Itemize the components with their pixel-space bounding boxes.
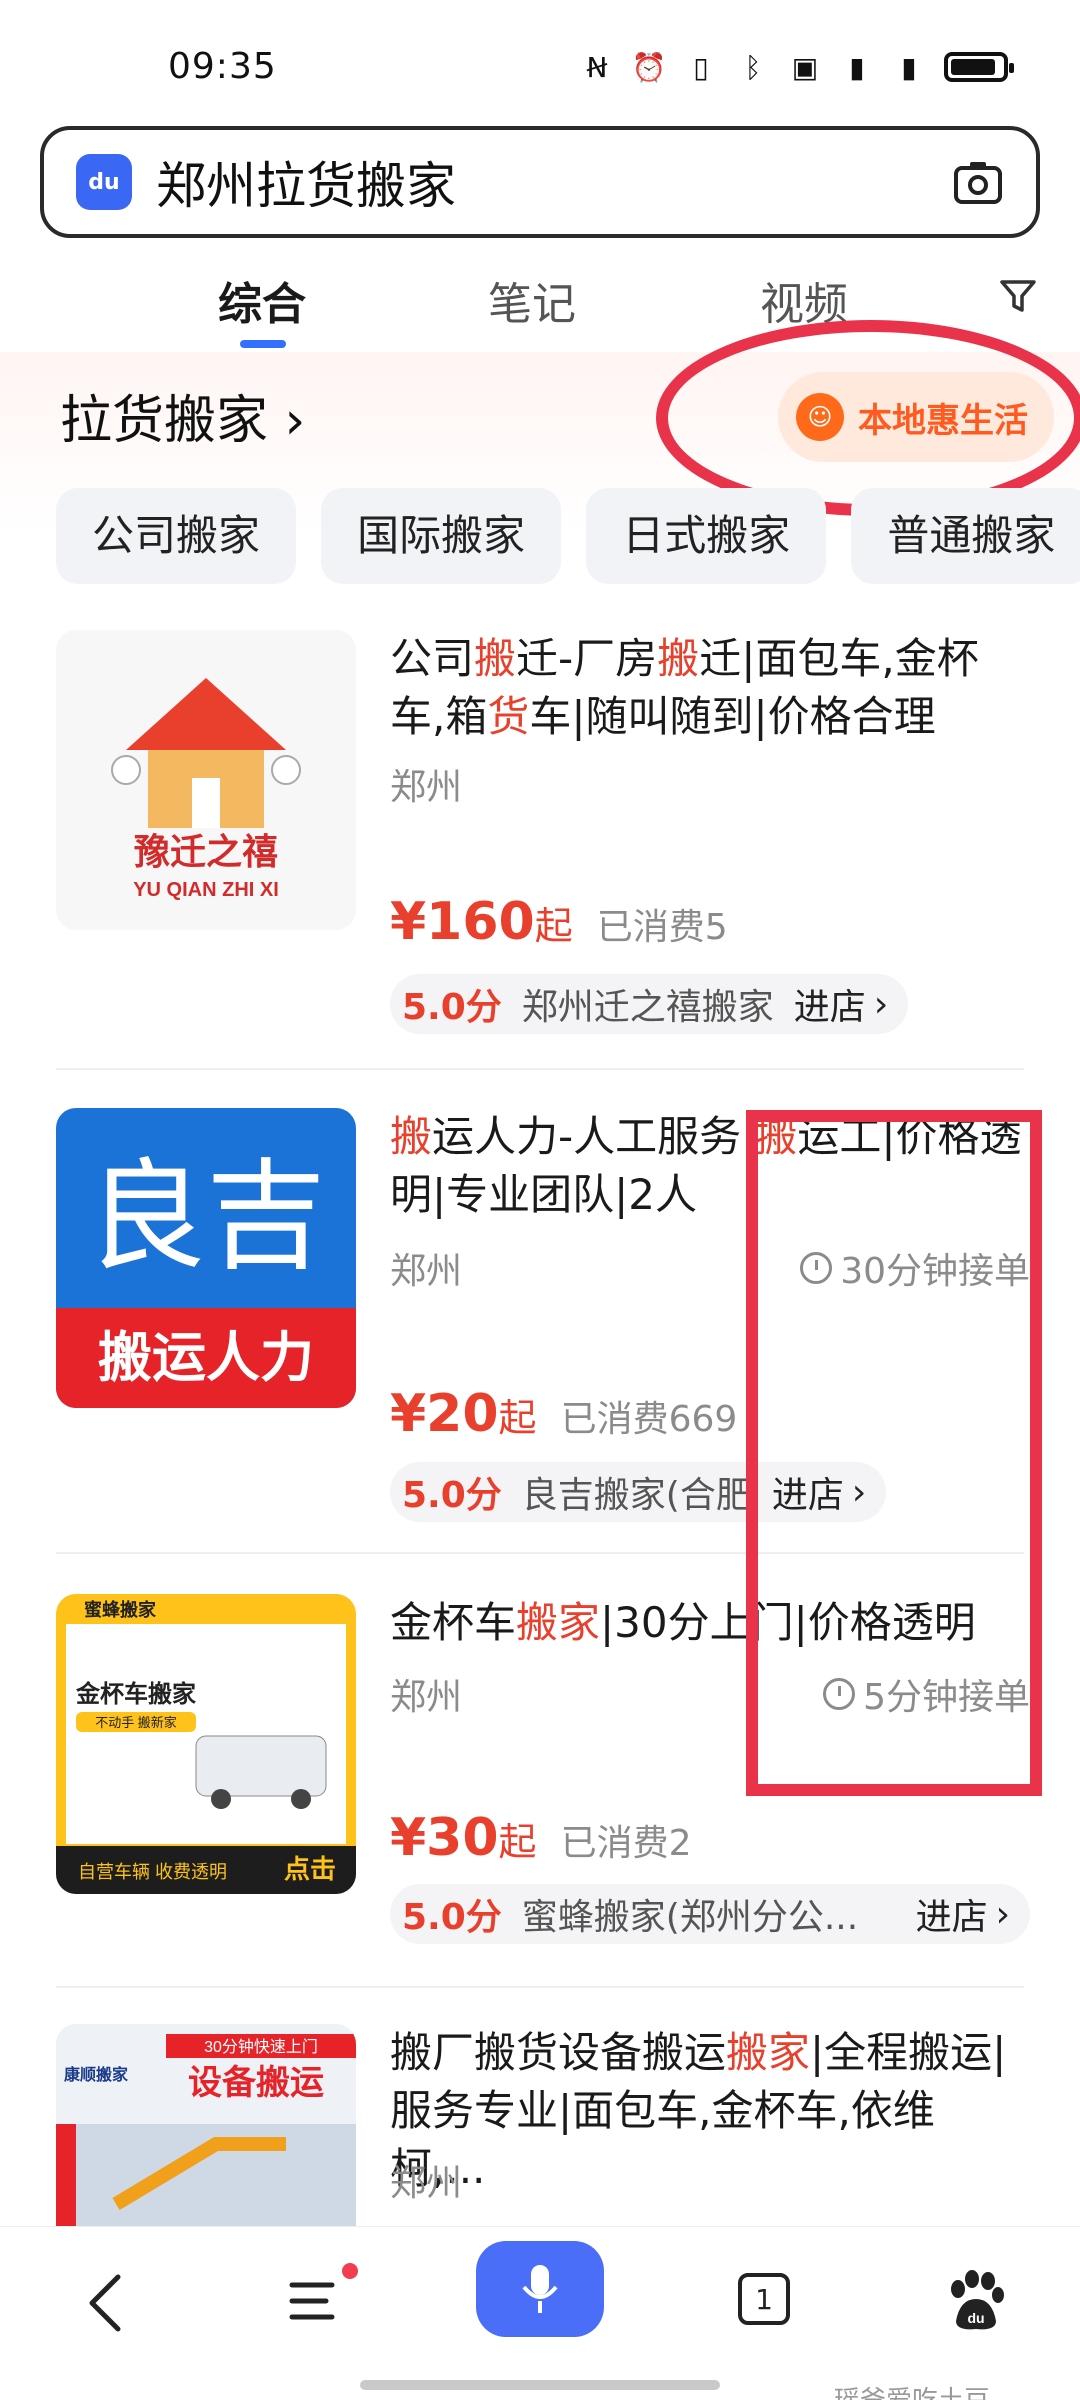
listing-sold: 已消费2 [560,1823,692,1864]
shop-score: 5.0分 [402,1897,502,1938]
chip-japanese[interactable]: 日式搬家 [586,488,827,584]
filter-icon[interactable] [996,274,1040,318]
chevron-right-icon: › [873,983,889,1025]
section-title[interactable]: 拉货搬家 › [60,378,305,453]
baidu-logo-icon: du [76,154,132,210]
home-indicator [360,2380,720,2390]
tabs-count-button[interactable]: 1 [738,2273,790,2325]
listing-city: 郑州 [390,1251,463,1292]
baidu-paw-icon[interactable]: du [940,2267,1010,2337]
vibrate-icon: ▯ [693,50,709,84]
shop-name: 蜜蜂搬家(郑州分公... [521,1897,859,1938]
listing-thumb: 良吉 搬运人力 [56,1108,356,1408]
search-bar[interactable]: du 郑州拉货搬家 [40,126,1040,238]
listing-price: ¥20起 已消费669 [390,1384,738,1444]
svg-text:不动手 搬新家: 不动手 搬新家 [95,1715,177,1730]
svg-text:du: du [967,2310,984,2326]
shop-link[interactable]: 5.0分 蜜蜂搬家(郑州分公... 进店 › [390,1884,1030,1944]
battery-icon [944,52,1014,82]
tab-notes[interactable]: 笔记 [488,268,576,332]
svg-text:30分钟快速上门: 30分钟快速上门 [204,2038,318,2056]
notification-dot [342,2263,358,2279]
shop-score: 5.0分 [402,1475,502,1516]
bottom-nav: 1 du [0,2226,1080,2400]
shop-score: 5.0分 [402,987,502,1028]
bluetooth-icon: ᛒ [744,50,762,84]
enter-shop-label: 进店 [915,1897,988,1938]
divider [56,1986,1024,1988]
thumb-brand-en: YU QIAN ZHI XI [133,879,279,901]
alarm-icon: ⏰ [631,50,667,84]
listing-title[interactable]: 公司搬迁-厂房搬迁|面包车,金杯车,箱货车|随叫随到|价格合理 [390,630,1030,746]
signal-5g-1-icon: ▮ [849,50,865,84]
listing-thumb: 30分钟快速上门 康顺搬家 设备搬运 [56,2024,356,2226]
microphone-icon [522,2265,558,2313]
back-icon[interactable] [78,2267,134,2339]
chip-company[interactable]: 公司搬家 [56,488,297,584]
chip-international[interactable]: 国际搬家 [321,488,562,584]
thumb-brand: 蜜蜂搬家 [84,1599,157,1620]
hd-icon: ▣ [791,50,819,84]
shop-link[interactable]: 5.0分 郑州迁之禧搬家 进店 › [390,974,909,1034]
listing-thumb: 豫迁之禧 YU QIAN ZHI XI [56,630,356,930]
status-bar: 09:35 Ꞥ ⏰ ▯ ᛒ ▣ ▮ ▮ [0,0,1080,120]
listing-thumb: 蜜蜂搬家 金杯车搬家 不动手 搬新家 自营车辆 收费透明 点击 [56,1594,356,1894]
chevron-right-icon: › [995,1893,1010,1935]
thumb-brand: 良吉 [86,1150,326,1284]
thumb-headline: 金杯车搬家 [75,1680,196,1708]
thumb-subtitle: 搬运人力 [98,1328,314,1388]
listing-price: ¥30起 已消费2 [390,1808,692,1868]
listing-sold: 已消费669 [560,1399,738,1440]
chip-general[interactable]: 普通搬家 [851,488,1080,584]
thumb-brand-cn: 豫迁之禧 [134,831,278,872]
divider [56,1068,1024,1070]
annotation-rectangle [746,1110,1042,1796]
listing-price: ¥160起 已消费5 [390,892,728,952]
nfc-icon: Ꞥ [586,50,608,84]
enter-shop-label: 进店 [793,987,866,1028]
search-query[interactable]: 郑州拉货搬家 [156,146,456,218]
listing-title[interactable]: 搬厂搬货设备搬运搬家|全程搬运|服务专业|面包车,金杯车,依维柯,... [390,2024,1030,2198]
listing-city: 郑州 [390,1677,463,1718]
menu-icon[interactable] [286,2273,342,2329]
svg-text:自营车辆 收费透明: 自营车辆 收费透明 [78,1862,227,1882]
watermark: 瑶爸爱吃土豆 [834,2380,990,2400]
shop-name: 良吉搬家(合肥 [521,1475,752,1516]
voice-search-button[interactable] [476,2241,604,2337]
listing-city: 郑州 [390,2163,463,2204]
annotation-ellipse [656,320,1080,516]
svg-text:点击: 点击 [284,1854,336,1884]
chip-row: 公司搬家 国际搬家 日式搬家 普通搬家 [56,488,1080,584]
svg-text:康顺搬家: 康顺搬家 [64,2065,129,2084]
listing-city: 郑州 [390,767,463,808]
status-icons: Ꞥ ⏰ ▯ ᛒ ▣ ▮ ▮ [580,50,1014,84]
status-time: 09:35 [168,46,277,87]
listing-sold: 已消费5 [596,907,728,948]
camera-icon[interactable] [950,154,1006,210]
svg-text:设备搬运: 设备搬运 [188,2064,324,2102]
tab-indicator [240,340,286,348]
signal-5g-2-icon: ▮ [901,50,917,84]
tab-comprehensive[interactable]: 综合 [218,268,306,332]
shop-name: 郑州迁之禧搬家 [521,987,774,1028]
